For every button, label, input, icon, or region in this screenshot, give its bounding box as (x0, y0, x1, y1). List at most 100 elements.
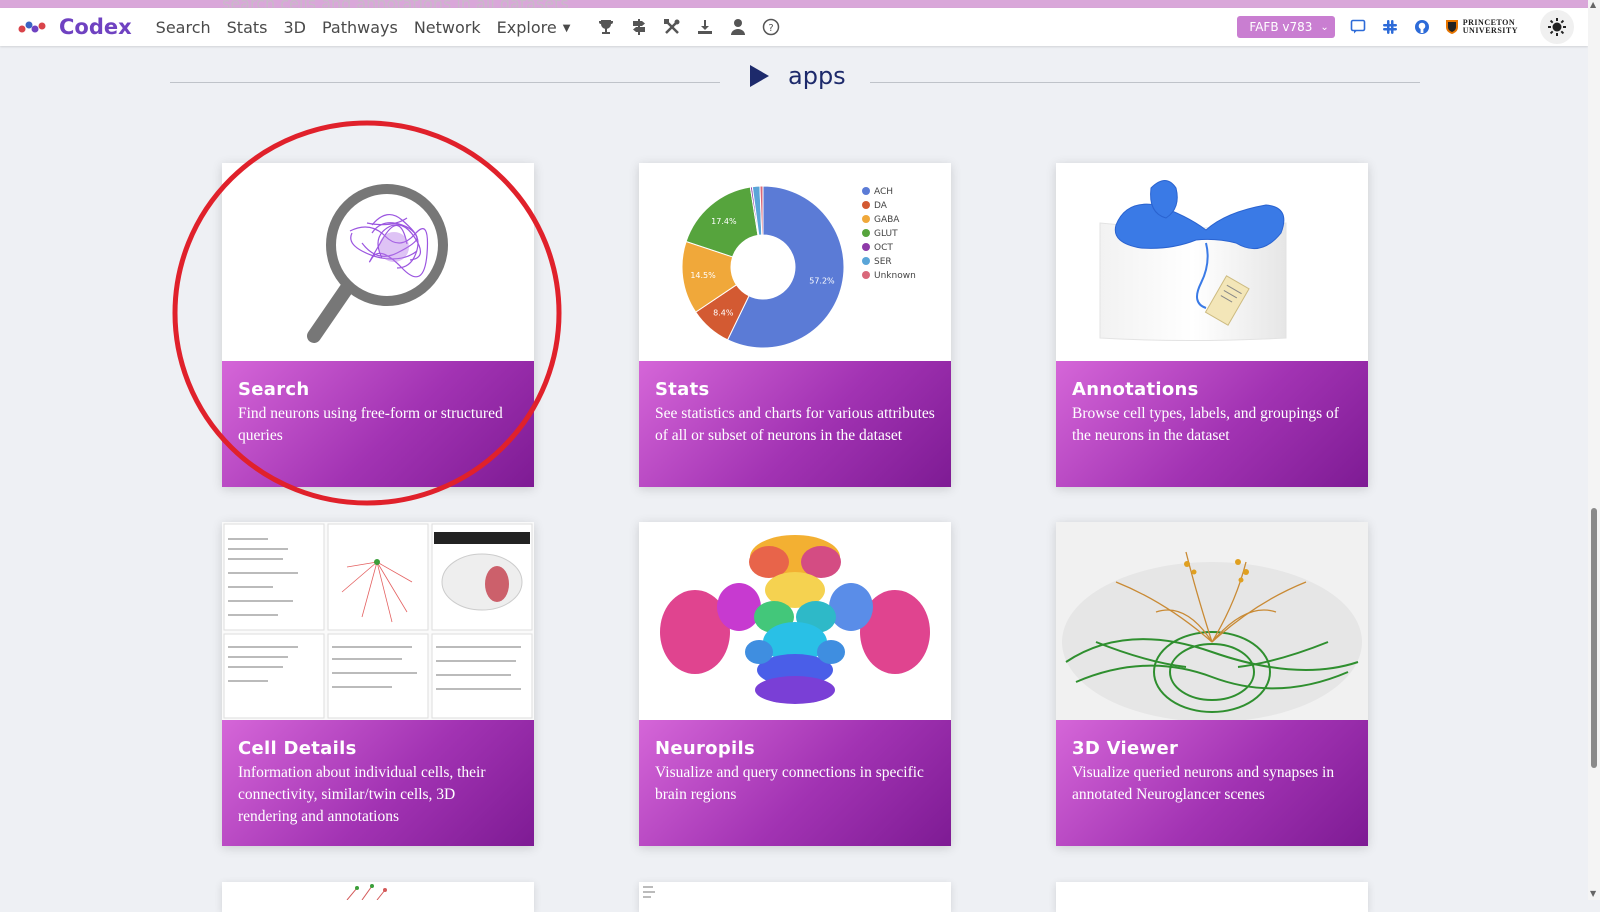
app-card-3d-viewer[interactable]: 3D Viewer Visualize queried neurons and … (1056, 522, 1368, 846)
viewer-card-image (1056, 522, 1368, 720)
scrollbar[interactable]: ▲ ▼ (1588, 0, 1600, 900)
navbar: Codex Search Stats 3D Pathways Network E… (0, 8, 1588, 46)
nav-3d[interactable]: 3D (283, 18, 306, 37)
card-description: Visualize and query connections in speci… (655, 764, 924, 803)
dataset-value: FAFB v783 (1249, 20, 1313, 34)
card-description: Find neurons using free-form or structur… (238, 405, 503, 444)
partial-network-icon (346, 884, 387, 901)
nav-links: Search Stats 3D Pathways Network Explore… (156, 18, 587, 37)
section-title-text: apps (788, 62, 846, 90)
pie-data-label: 14.5% (690, 271, 716, 280)
cell-details-card-body: Cell Details Information about individua… (222, 720, 534, 846)
svg-text:?: ? (769, 23, 774, 34)
app-card-cell-details[interactable]: Cell Details Information about individua… (222, 522, 534, 846)
nav-icons: ? (596, 17, 794, 37)
legend-marker (862, 215, 870, 223)
neuropils-3d-icon (660, 535, 930, 704)
stats-card-image: 57.2% 8.4% 14.5% 17.4% ACH DA GABA GLUT OCT SER Un… (639, 163, 951, 361)
donut-chart: 57.2% 8.4% 14.5% 17.4% ACH DA GABA GLUT OCT SER Un… (681, 185, 916, 349)
magnifier-neuron-icon (307, 184, 448, 343)
app-card-neuropils[interactable]: Neuropils Visualize and query connection… (639, 522, 951, 846)
card-title: Stats (655, 379, 710, 400)
shield-icon (1445, 20, 1458, 34)
trophy-icon[interactable] (596, 17, 616, 37)
card-title: 3D Viewer (1072, 738, 1179, 759)
cell-details-screenshot-icon (222, 522, 534, 720)
play-icon (750, 65, 769, 87)
legend-label: SER (874, 257, 892, 267)
divider-right (870, 82, 1420, 83)
sun-icon (1548, 18, 1566, 36)
slack-icon[interactable] (1381, 18, 1399, 36)
chevron-down-icon: ⌄ (1320, 21, 1329, 33)
app-card-partial-1[interactable] (222, 882, 534, 912)
scroll-down-icon[interactable]: ▼ (1590, 889, 1596, 898)
nav-search[interactable]: Search (156, 18, 211, 37)
github-icon[interactable] (1413, 18, 1431, 36)
legend-label: DA (874, 201, 888, 211)
nav-stats[interactable]: Stats (227, 18, 268, 37)
card-description: See statistics and charts for various at… (655, 405, 935, 444)
cell-details-card-image (222, 522, 534, 720)
legend-label: Unknown (874, 271, 916, 281)
help-icon[interactable]: ? (761, 17, 781, 37)
scrollbar-thumb[interactable] (1591, 508, 1597, 768)
legend-label: GABA (874, 215, 900, 225)
section-header: apps (170, 62, 1420, 102)
app-card-annotations[interactable]: Annotations Browse cell types, labels, a… (1056, 163, 1368, 487)
nav-pathways[interactable]: Pathways (322, 18, 398, 37)
theme-toggle-button[interactable] (1540, 10, 1574, 44)
tagged-neuron-icon (1099, 180, 1287, 341)
search-card-image (222, 163, 534, 361)
app-card-partial-3[interactable] (1056, 882, 1368, 912)
codex-logo-icon (18, 21, 46, 33)
legend-marker (862, 187, 870, 195)
legend-marker (862, 201, 870, 209)
section-title: apps (748, 62, 846, 90)
neuropils-card-body: Neuropils Visualize and query connection… (639, 720, 951, 846)
legend-label: ACH (874, 187, 893, 197)
dataset-select[interactable]: FAFB v783 ⌄ (1237, 16, 1335, 38)
card-title: Neuropils (655, 738, 755, 759)
legend-marker (862, 229, 870, 237)
app-card-stats[interactable]: 57.2% 8.4% 14.5% 17.4% ACH DA GABA GLUT OCT SER Un… (639, 163, 951, 487)
caret-down-icon: ▼ (562, 22, 571, 34)
card-description: Information about individual cells, thei… (238, 764, 486, 825)
download-icon[interactable] (695, 17, 715, 37)
scroll-up-icon[interactable]: ▲ (1590, 0, 1596, 9)
neuropils-card-image (639, 522, 951, 720)
legend-marker (862, 257, 870, 265)
nav-network[interactable]: Network (414, 18, 481, 37)
card-description: Browse cell types, labels, and groupings… (1072, 405, 1339, 444)
card-title: Cell Details (238, 738, 357, 759)
legend-label: GLUT (874, 229, 898, 239)
card-title: Annotations (1072, 379, 1199, 400)
annotations-card-image (1056, 163, 1368, 361)
user-icon[interactable] (728, 17, 748, 37)
viewer-card-body: 3D Viewer Visualize queried neurons and … (1056, 720, 1368, 846)
app-card-partial-2[interactable] (639, 882, 951, 912)
pie-data-label: 17.4% (711, 217, 737, 226)
brand[interactable]: Codex (18, 15, 132, 39)
tools-icon[interactable] (662, 17, 682, 37)
card-description: Visualize queried neurons and synapses i… (1072, 764, 1335, 803)
legend-marker (862, 271, 870, 279)
brand-name: Codex (59, 15, 132, 39)
chat-icon[interactable] (1349, 18, 1367, 36)
nav-explore-dropdown[interactable]: Explore ▼ (497, 18, 571, 37)
pie-data-label: 8.4% (713, 309, 734, 318)
app-card-search[interactable]: Search Find neurons using free-form or s… (222, 163, 534, 487)
princeton-text: PRINCETON UNIVERSITY (1463, 19, 1518, 35)
neuron-mesh-icon (1056, 522, 1368, 720)
legend-marker (862, 243, 870, 251)
divider-left (170, 82, 720, 83)
partial-list-icon (643, 886, 655, 898)
stats-card-body: Stats See statistics and charts for vari… (639, 361, 951, 487)
annotations-card-body: Annotations Browse cell types, labels, a… (1056, 361, 1368, 487)
legend-label: OCT (874, 243, 893, 253)
search-card-body: Search Find neurons using free-form or s… (222, 361, 534, 487)
princeton-line2: UNIVERSITY (1462, 26, 1518, 35)
princeton-logo[interactable]: PRINCETON UNIVERSITY (1445, 19, 1518, 35)
signpost-icon[interactable] (629, 17, 649, 37)
pie-data-label: 57.2% (809, 277, 835, 286)
